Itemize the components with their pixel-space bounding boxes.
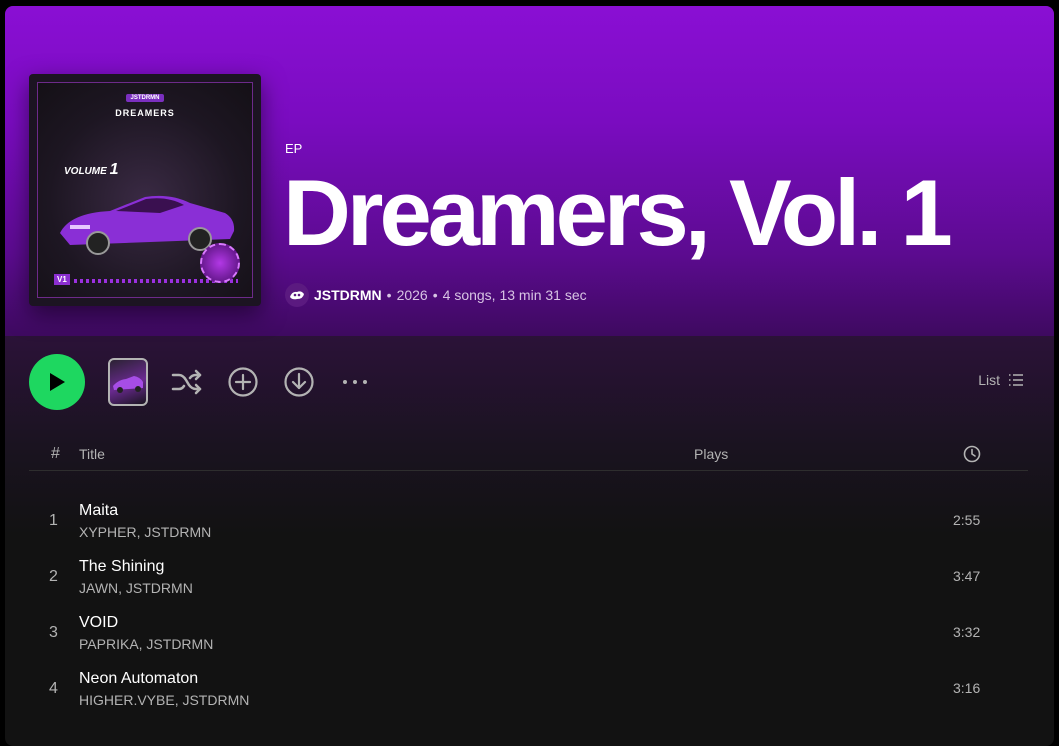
track-duration: 2:55 (953, 512, 981, 528)
more-options-icon (343, 380, 367, 384)
play-button[interactable] (29, 354, 85, 410)
track-duration: 3:16 (953, 680, 981, 696)
cover-thumbnail-icon (113, 376, 143, 393)
track-title[interactable]: Neon Automaton (79, 670, 198, 688)
album-title: Dreamers, Vol. 1 (283, 160, 953, 265)
track-number: 2 (49, 568, 58, 585)
cover-title: DREAMERS (115, 108, 175, 118)
download-icon (284, 367, 314, 397)
track-title[interactable]: VOID (79, 614, 118, 632)
shuffle-button[interactable] (171, 366, 203, 398)
track-row[interactable]: 2 The Shining JAWN, JSTDRMN 3:47 (29, 550, 1028, 606)
shuffle-icon (171, 369, 202, 395)
add-to-library-button[interactable] (227, 366, 259, 398)
clock-icon (963, 445, 981, 463)
album-summary: 4 songs, 13 min 31 sec (442, 287, 587, 303)
download-button[interactable] (283, 366, 315, 398)
header-number: # (51, 445, 60, 462)
album-page: JSTDRMN DREAMERS VOLUME 1 V1 EP Dreamers… (5, 6, 1054, 746)
cover-volume: VOLUME 1 (64, 161, 119, 178)
release-year: 2026 (396, 287, 428, 303)
artist-logo-icon (290, 291, 304, 300)
artist-link[interactable]: JSTDRMN (314, 287, 382, 303)
track-number: 3 (49, 624, 58, 641)
play-icon (50, 373, 65, 391)
track-table-header: # Title Plays (29, 441, 1028, 471)
track-artists[interactable]: XYPHER, JSTDRMN (79, 524, 211, 540)
more-options-button[interactable] (339, 366, 371, 398)
track-duration: 3:32 (953, 624, 981, 640)
track-artists[interactable]: HIGHER.VYBE, JSTDRMN (79, 692, 249, 708)
cover-badge (200, 243, 240, 283)
header-duration[interactable] (963, 445, 981, 466)
album-preview-button[interactable] (108, 358, 148, 406)
list-icon (1009, 374, 1023, 386)
album-type-label: EP (285, 141, 303, 156)
view-label: List (978, 372, 1000, 388)
view-toggle[interactable]: List (978, 372, 1024, 388)
track-artists[interactable]: JAWN, JSTDRMN (79, 580, 193, 596)
track-duration: 3:47 (953, 568, 981, 584)
track-row[interactable]: 3 VOID PAPRIKA, JSTDRMN 3:32 (29, 606, 1028, 662)
cover-brand: JSTDRMN (126, 94, 164, 102)
album-meta: JSTDRMN • 2026 • 4 songs, 13 min 31 sec (285, 283, 587, 307)
header-plays[interactable]: Plays (694, 446, 728, 462)
artist-avatar[interactable] (285, 283, 309, 307)
header-title[interactable]: Title (79, 446, 105, 462)
track-number: 1 (49, 512, 58, 529)
track-title[interactable]: The Shining (79, 558, 164, 576)
track-row[interactable]: 4 Neon Automaton HIGHER.VYBE, JSTDRMN 3:… (29, 662, 1028, 718)
track-row[interactable]: 1 Maita XYPHER, JSTDRMN 2:55 (29, 494, 1028, 550)
album-cover: JSTDRMN DREAMERS VOLUME 1 V1 (29, 74, 261, 306)
plus-circle-icon (228, 367, 258, 397)
track-artists[interactable]: PAPRIKA, JSTDRMN (79, 636, 213, 652)
track-number: 4 (49, 680, 58, 697)
cover-tag: V1 (54, 274, 70, 285)
track-title[interactable]: Maita (79, 502, 118, 520)
